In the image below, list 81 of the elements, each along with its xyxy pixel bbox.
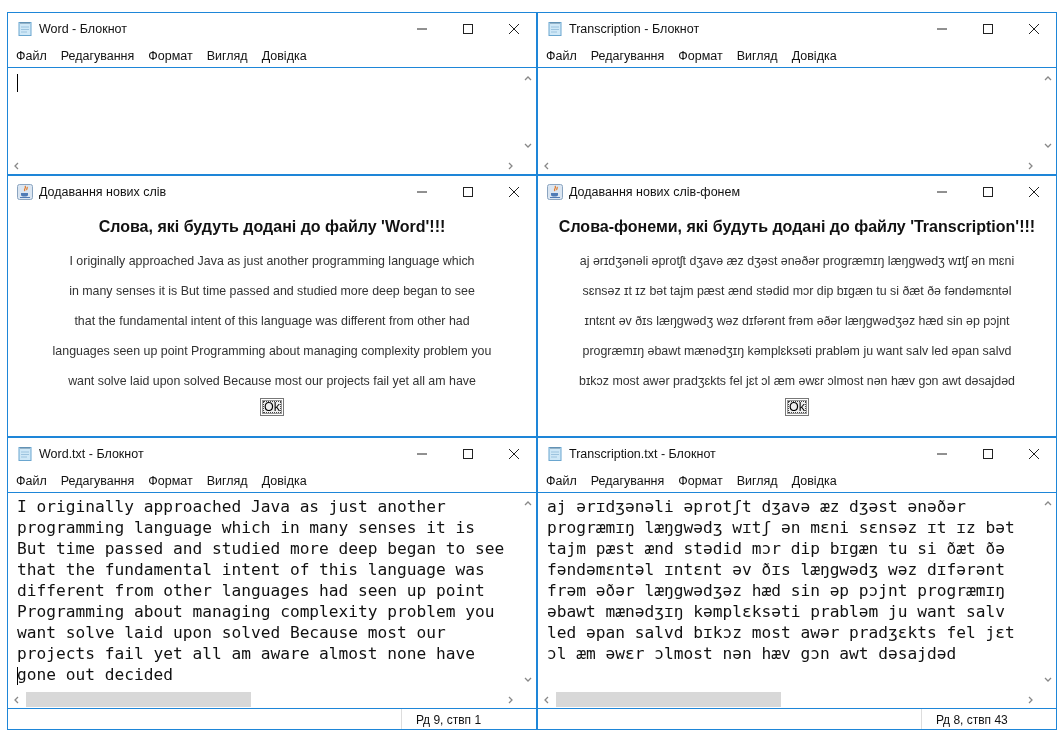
menu-item[interactable]: Довідка bbox=[791, 474, 837, 488]
text-line: projects fail yet all am aware almost none have bbox=[17, 644, 476, 663]
text-line: aj ərɪdʒənəli əprotʃt dʒavə æz dʒəst ənəðər bbox=[547, 497, 967, 516]
notepad-icon bbox=[17, 21, 33, 37]
window-title: Transcription.txt - Блокнот bbox=[569, 447, 717, 461]
ok-button[interactable]: Ok bbox=[785, 398, 809, 416]
menu-item[interactable]: Файл bbox=[546, 474, 577, 488]
dialog-heading: Слова, які будуть додані до файлу 'Word'!!! bbox=[98, 218, 446, 236]
menu-item[interactable]: Вигляд bbox=[206, 49, 248, 63]
menu-item[interactable]: Формат bbox=[148, 474, 193, 488]
text-line: different from other languages had seen up point bbox=[17, 581, 485, 600]
close-icon[interactable] bbox=[1028, 448, 1040, 460]
text-line: ɪntɛnt əv ðɪs læŋgwədʒ wəz dɪfərənt frəm əðər læŋgwədʒəz hæd sin əp pɔjnt bbox=[584, 313, 1010, 330]
text-line: sɛnsəz ɪt ɪz bət tajm pæst ænd stədid mɔr dip bɪgæn tu si ðæt ðə fəndəmɛntəl bbox=[582, 283, 1012, 300]
text-line: ɔl æm əwɛr ɔlmost nən hæv gɔn awt dəsajdəd bbox=[547, 644, 957, 663]
text-line: aj ərɪdʒənəli əprotʃt dʒavə æz dʒəst ənəðər progræmɪŋ læŋgwədʒ wɪtʃ ən mɛni bbox=[579, 253, 1015, 270]
maximize-icon[interactable] bbox=[982, 448, 994, 460]
text-line: frəm əðər læŋgwədʒəz hæd sin əp pɔjnt progræmɪŋ bbox=[547, 581, 1006, 600]
menu-item[interactable]: Редагування bbox=[590, 474, 665, 488]
cursor-position: Рд 9, ствп 1 bbox=[401, 709, 536, 729]
text-line: languages seen up point Programming about managing complexity problem you bbox=[52, 343, 492, 360]
window-title: Transcription - Блокнот bbox=[569, 22, 701, 36]
text-line: But time passed and studied more deep began to see bbox=[17, 539, 505, 558]
text-area[interactable] bbox=[8, 492, 536, 709]
menu-item[interactable]: Редагування bbox=[590, 49, 665, 63]
text-line: that the fundamental intent of this language was different from other had bbox=[74, 313, 470, 330]
notepad-icon bbox=[17, 446, 33, 462]
maximize-icon[interactable] bbox=[462, 186, 474, 198]
close-icon[interactable] bbox=[508, 186, 520, 198]
close-icon[interactable] bbox=[508, 23, 520, 35]
notepad-icon bbox=[547, 446, 563, 462]
menu-item[interactable]: Вигляд bbox=[736, 474, 778, 488]
close-icon[interactable] bbox=[1028, 23, 1040, 35]
window-title: Додавання нових слів-фонем bbox=[569, 185, 742, 199]
menu-item[interactable]: Формат bbox=[678, 474, 723, 488]
menu-item[interactable]: Довідка bbox=[791, 49, 837, 63]
text-line: progræmɪŋ əbawt mænədʒɪŋ kəmplɛksəti prabləm ju want salv led əpan salvd bbox=[582, 343, 1012, 360]
text-line: əbawt mænədʒɪŋ kəmplɛksəti prabləm ju want salv bbox=[547, 602, 1006, 621]
text-line: want solve laid upon solved Because most our bbox=[17, 623, 446, 642]
text-line: led əpan salvd bɪkɔz most awər pradʒɛkts fel jɛt bbox=[547, 623, 1015, 642]
coffee-cup-icon bbox=[547, 184, 563, 200]
text-line: progræmɪŋ læŋgwədʒ wɪtʃ ən mɛni sɛnsəz ɪt ɪz bət bbox=[547, 518, 1015, 537]
scrollbar-thumb[interactable] bbox=[556, 692, 781, 707]
menu-item[interactable]: Формат bbox=[148, 49, 193, 63]
text-line: I originally approached Java as just another programming language which bbox=[69, 253, 475, 270]
menu-item[interactable]: Редагування bbox=[60, 474, 135, 488]
maximize-icon[interactable] bbox=[982, 23, 994, 35]
text-line: want solve laid upon solved Because most our projects fail yet all am have bbox=[68, 373, 476, 390]
menu-item[interactable]: Вигляд bbox=[736, 49, 778, 63]
window-title: Word - Блокнот bbox=[39, 22, 128, 36]
scrollbar-thumb[interactable] bbox=[26, 692, 251, 707]
menu-item[interactable]: Довідка bbox=[261, 474, 307, 488]
text-area[interactable] bbox=[538, 492, 1056, 709]
dialog-heading: Слова-фонеми, які будуть додані до файлу 'Transcription'!!! bbox=[558, 218, 1036, 236]
close-icon[interactable] bbox=[1028, 186, 1040, 198]
menu-item[interactable]: Файл bbox=[546, 49, 577, 63]
text-line: I originally approached Java as just another bbox=[17, 497, 446, 516]
cursor-position: Рд 8, ствп 43 bbox=[921, 709, 1056, 729]
text-line: gone out decided bbox=[17, 665, 173, 684]
ok-button[interactable]: Ok bbox=[260, 398, 284, 416]
text-line: in many senses it is But time passed and studied more deep began to see bbox=[69, 283, 475, 300]
text-line: programming language which in many senses it is bbox=[17, 518, 476, 537]
menu-item[interactable]: Вигляд bbox=[206, 474, 248, 488]
window-title: Додавання нових слів bbox=[39, 185, 168, 199]
text-line: that the fundamental intent of this language was bbox=[17, 560, 485, 579]
menu-item[interactable]: Формат bbox=[678, 49, 723, 63]
window-title: Word.txt - Блокнот bbox=[39, 447, 145, 461]
text-line: tajm pæst ænd stədid mɔr dip bɪgæn tu si ðæt ðə bbox=[547, 539, 1006, 558]
maximize-icon[interactable] bbox=[982, 186, 994, 198]
close-icon[interactable] bbox=[508, 448, 520, 460]
notepad-icon bbox=[547, 21, 563, 37]
menu-item[interactable]: Файл bbox=[16, 49, 47, 63]
text-line: fəndəmɛntəl ɪntɛnt əv ðɪs læŋgwədʒ wəz dɪfərənt bbox=[547, 560, 1006, 579]
maximize-icon[interactable] bbox=[462, 23, 474, 35]
text-line: Programming about managing complexity problem you bbox=[17, 602, 495, 621]
coffee-cup-icon bbox=[17, 184, 33, 200]
menu-item[interactable]: Довідка bbox=[261, 49, 307, 63]
text-line: bɪkɔz most awər pradʒɛkts fel jɛt ɔl æm əwɛr ɔlmost nən hæv gɔn awt dəsajdəd bbox=[579, 373, 1015, 390]
maximize-icon[interactable] bbox=[462, 448, 474, 460]
menu-item[interactable]: Редагування bbox=[60, 49, 135, 63]
menu-item[interactable]: Файл bbox=[16, 474, 47, 488]
